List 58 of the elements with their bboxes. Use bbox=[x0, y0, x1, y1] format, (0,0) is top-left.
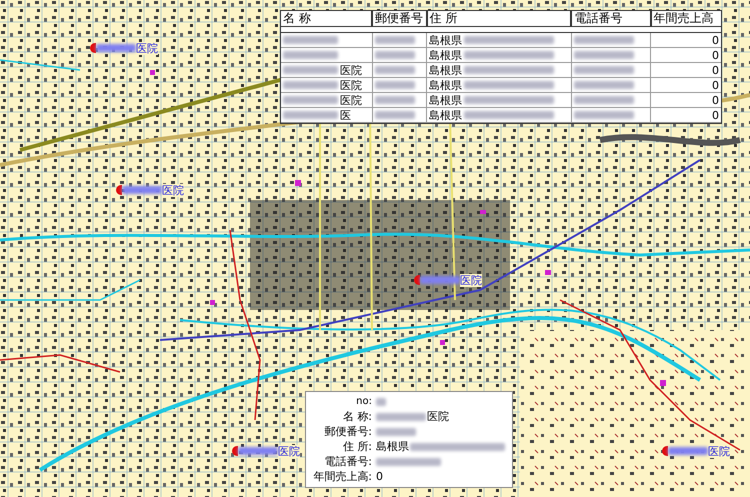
table-cell: 0 bbox=[712, 78, 719, 92]
redacted-text bbox=[574, 111, 634, 119]
table-cell: 島根県 bbox=[429, 48, 462, 62]
redacted-text bbox=[574, 81, 634, 89]
redacted-text bbox=[283, 111, 338, 119]
redacted-text bbox=[574, 96, 634, 104]
map-label[interactable]: 医院 bbox=[162, 184, 184, 196]
table-cell: 島根県 bbox=[429, 64, 462, 76]
map-label[interactable]: 医院 bbox=[708, 444, 730, 458]
redacted-text bbox=[375, 66, 415, 74]
table-cell: 医 bbox=[340, 108, 351, 122]
table-cell: 0 bbox=[712, 34, 719, 46]
column-header: 年間売上高 bbox=[652, 11, 715, 26]
redacted-text bbox=[574, 36, 634, 44]
redacted-text bbox=[96, 44, 136, 52]
redacted-text bbox=[375, 51, 415, 59]
field-value: 0 bbox=[376, 470, 383, 483]
field-label: 名 称: bbox=[342, 409, 372, 424]
redacted-text bbox=[375, 111, 415, 119]
table-cell: 島根県 bbox=[429, 94, 462, 106]
map-label[interactable]: 医院 bbox=[460, 274, 482, 286]
redacted-text bbox=[283, 51, 338, 59]
redacted-text bbox=[283, 36, 338, 44]
table-cell: 0 bbox=[712, 48, 719, 62]
redacted-text bbox=[376, 412, 426, 420]
field-label: 郵便番号: bbox=[323, 424, 372, 439]
redacted-text bbox=[375, 81, 415, 89]
table-cell: 医院 bbox=[340, 94, 362, 106]
redacted-text bbox=[375, 36, 415, 44]
redacted-text bbox=[238, 447, 278, 455]
field-label: 年間売上高: bbox=[312, 469, 372, 484]
table-cell: 医院 bbox=[340, 64, 362, 76]
redacted-text bbox=[574, 51, 634, 59]
redacted-text bbox=[283, 81, 338, 89]
table-cell: 0 bbox=[712, 108, 719, 122]
map-label[interactable]: 医院 bbox=[136, 42, 158, 54]
redacted-text bbox=[376, 458, 441, 466]
redacted-text bbox=[122, 186, 162, 194]
table-cell: 島根県 bbox=[429, 78, 462, 92]
redacted-text bbox=[375, 96, 415, 104]
table-cell: 医院 bbox=[340, 78, 362, 92]
field-value: 医院 bbox=[427, 410, 449, 423]
redacted-text bbox=[283, 66, 338, 74]
field-label: 電話番号: bbox=[323, 454, 372, 469]
map-label[interactable]: 医院 bbox=[278, 444, 300, 458]
redacted-text bbox=[574, 66, 634, 74]
redacted-text bbox=[283, 96, 338, 104]
field-value: 島根県 bbox=[376, 440, 409, 453]
table-cell: 0 bbox=[712, 64, 719, 76]
redacted-text bbox=[668, 447, 708, 455]
redacted-text bbox=[376, 398, 386, 406]
table-cell: 島根県 bbox=[429, 34, 462, 46]
field-label: no: bbox=[355, 396, 372, 407]
redacted-text bbox=[376, 428, 416, 436]
field-label: 住 所: bbox=[342, 439, 372, 454]
redacted-text bbox=[420, 276, 460, 284]
table-cell: 島根県 bbox=[429, 108, 462, 122]
table-cell: 0 bbox=[712, 94, 719, 106]
